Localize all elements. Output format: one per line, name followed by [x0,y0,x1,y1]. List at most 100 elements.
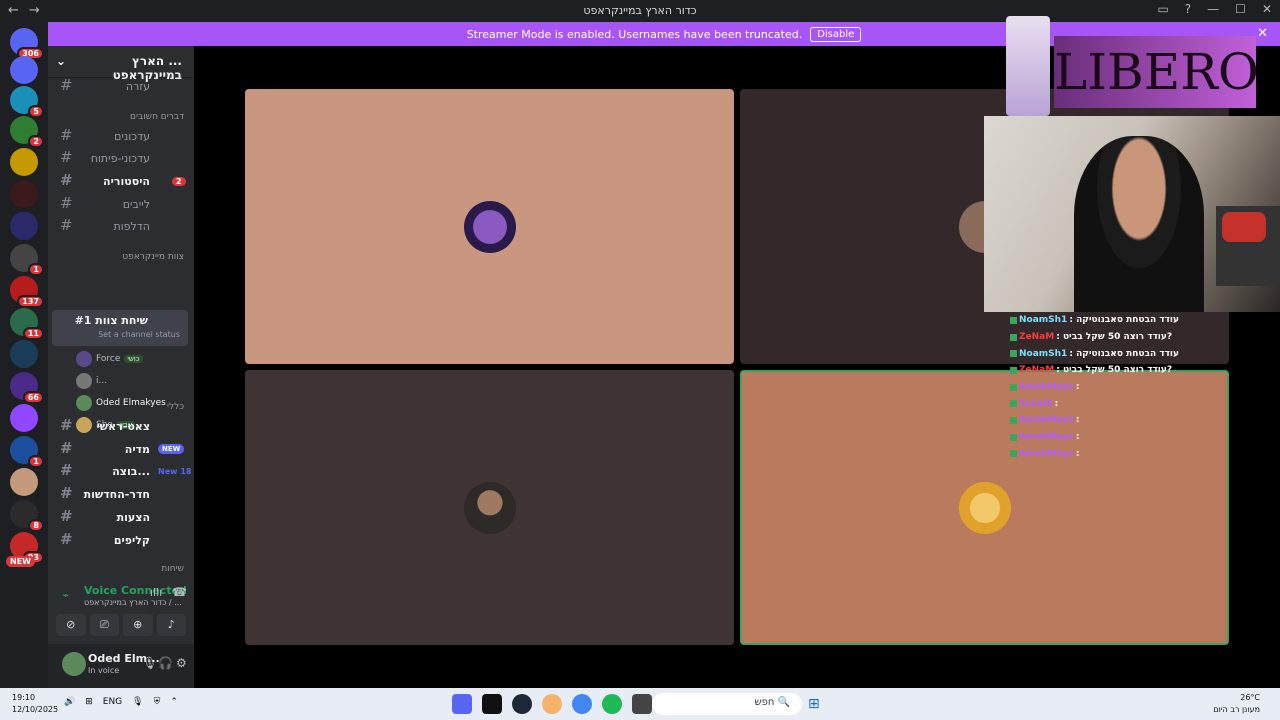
disconnect-icon[interactable]: ☎ [172,585,187,599]
clock[interactable]: 19:10 12/10/2025 [12,692,58,716]
channel-news[interactable]: # חדר-החדשות [48,484,194,504]
disable-button[interactable]: Disable [810,26,862,42]
user-panel: Oded Elm... In voice 🎙 🎧 ⚙ [48,644,194,688]
server-icon[interactable]: 8 [10,500,44,532]
chevron-up-icon[interactable]: ⌃ [170,697,178,707]
channel-label: חדר-החדשות [83,487,150,501]
sponsor-logo: LIBERO [1054,36,1259,108]
category-important[interactable]: דברים חשובים [48,112,194,122]
chat-username: AmobMayz [1019,432,1074,443]
channel-status[interactable]: Set a channel status [98,330,180,339]
guild-name: ... הארץ במיינקראפט [112,54,182,82]
channel-updates[interactable]: # עדכונים [48,126,194,146]
chat-message: AmobMayz: [1010,379,1230,396]
new-servers-pill[interactable]: NEW [6,556,35,567]
chat-username: Yuval8 [1019,398,1053,409]
discord-app-icon[interactable] [452,694,472,714]
chat-message: NoamSh1: עודד הבטחת סאבנוטיקה [1010,312,1230,329]
server-icon[interactable] [10,56,38,84]
chat-text: : עודד הבטחת סאבנוטיקה [1069,315,1180,326]
temperature: 26°C [1240,693,1260,702]
video-off-button[interactable]: ⊘ [56,614,86,636]
start-icon[interactable]: ⊞ [808,696,820,712]
weather-text: מעונן רב היום [1213,705,1260,714]
hash-icon: # [60,507,73,525]
new-count: 18 New [158,466,192,476]
voice-connected-channel[interactable]: כדור הארץ במיינקראפט / ... [84,598,182,607]
capcut-app-icon[interactable] [482,694,502,714]
volume-icon[interactable]: 🔊 [64,697,75,707]
noise-icon[interactable]: ıllı [150,586,162,599]
spotify-app-icon[interactable] [602,694,622,714]
badge-icon [1010,383,1017,391]
channel-main-chat[interactable]: # צאט-ראשי [48,416,194,436]
server-badge: 8 [28,519,44,532]
taskbar-search[interactable]: חפש 🔍 [652,693,802,715]
guild-header[interactable]: ... הארץ במיינקראפט ⌄ [48,46,194,82]
channel-lives[interactable]: # לייבים [48,194,194,214]
participant-tile[interactable] [245,89,734,364]
signal-icon[interactable]: ⌁ [62,588,69,602]
avatar[interactable] [62,652,86,676]
category-team[interactable]: צוות מיינקראפט [48,252,194,262]
close-icon[interactable]: ✕ [1262,2,1272,16]
server-icon[interactable]: 66 [10,372,44,404]
voice-user[interactable]: Force כושי [76,350,143,368]
category-conversations[interactable]: שיחות [48,564,194,574]
activity-button[interactable]: ⊕ [123,614,153,636]
avatar [76,351,92,367]
app-icon[interactable] [632,694,652,714]
microphone-icon[interactable]: 🎙 [142,656,157,670]
close-banner-icon[interactable]: ✕ [1257,26,1268,41]
app-icon[interactable] [542,694,562,714]
taskbar: 19:10 12/10/2025 🔊 ⊞ ENG 🎙 ⛨ ⌃ חפש 🔍 ⊞ 2… [0,688,1280,720]
participant-tile[interactable] [245,370,734,645]
server-icon[interactable]: 11 [10,308,44,340]
channel-label: לייבים [122,197,150,211]
server-icon[interactable] [10,340,38,368]
channel-label: צאט-ראשי [96,419,150,433]
channel-forum[interactable]: # ...בוצה 18 New [48,461,194,481]
server-icon[interactable]: 2 [10,116,44,148]
chat-message: NoamSh1: עודד הבטחת סאבנוטיקה [1010,345,1230,362]
channel-leaks[interactable]: # הדלפות [48,216,194,236]
headphones-icon[interactable]: 🎧 [158,656,173,670]
server-icon[interactable] [10,468,38,496]
channel-dev-updates[interactable]: # עדכוני-פיתוח [48,148,194,168]
voice-channel-active[interactable]: שיחת צוות #1 Set a channel status [52,310,188,346]
hash-icon: # [60,171,73,189]
chrome-app-icon[interactable] [572,694,592,714]
channel-media[interactable]: # מדיה NEW [48,439,194,459]
channel-label: הצעות [116,510,150,524]
badge-icon [1010,366,1017,374]
language-indicator[interactable]: ENG [103,697,122,707]
network-icon[interactable]: ⊞ [85,697,93,707]
hash-icon: # [60,484,73,502]
mic-icon[interactable]: 🎙 [132,697,143,707]
server-icon[interactable] [10,404,38,432]
home-icon[interactable]: 306 [10,28,44,60]
server-icon[interactable] [10,212,38,240]
server-icon[interactable] [10,180,38,208]
gear-icon[interactable]: ⚙ [176,656,187,670]
channel-label: ...בוצה [112,464,150,478]
channel-help[interactable]: # עזרה [48,76,194,96]
channel-history[interactable]: # היסטוריה 2 [48,171,194,191]
server-icon[interactable]: 1 [10,436,44,468]
server-icon[interactable]: 137 [10,276,44,308]
channel-suggestions[interactable]: # הצעות [48,507,194,527]
server-icon[interactable]: 5 [10,86,44,118]
shield-icon[interactable]: ⛨ [154,697,161,707]
chat-username: AmobMayz [1019,448,1074,459]
server-icon[interactable]: 1 [10,244,44,276]
voice-user[interactable]: i... [76,372,107,390]
search-icon: 🔍 [777,697,790,708]
weather-widget[interactable]: 26°C מעונן רב היום [1200,692,1260,716]
channel-clips[interactable]: # קליפים [48,530,194,550]
chat-username: ZeNaM [1019,365,1055,376]
soundboard-button[interactable]: ♪ [156,614,186,636]
steam-app-icon[interactable] [512,694,532,714]
server-icon[interactable] [10,148,38,176]
category-general[interactable]: כללי [48,402,194,412]
screen-share-button[interactable]: ⎚ [89,614,119,636]
